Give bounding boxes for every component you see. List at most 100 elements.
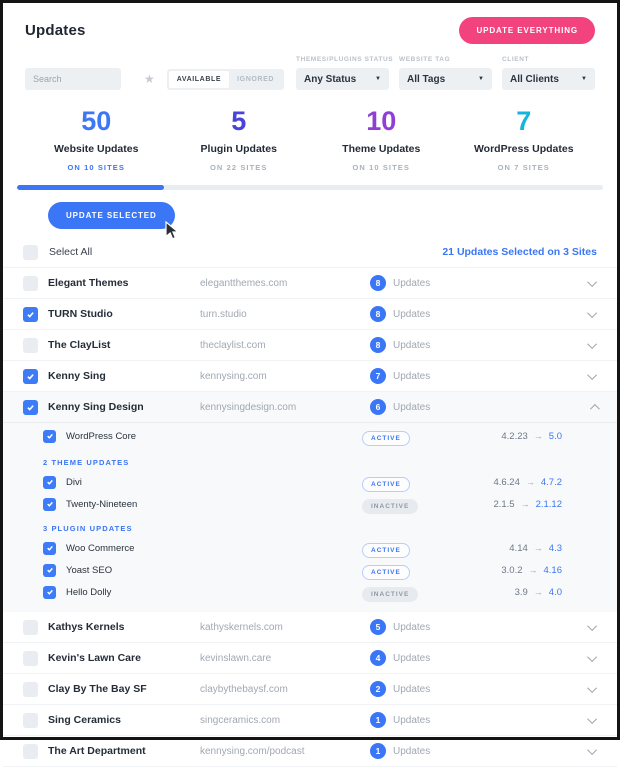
- update-item-checkbox[interactable]: [43, 585, 56, 599]
- site-row[interactable]: Kenny Sing kennysing.com 7 Updates: [3, 361, 617, 392]
- search-input[interactable]: [25, 68, 121, 90]
- updates-page: Updates UPDATE EVERYTHING ★ AVAILABLE IG…: [3, 3, 617, 767]
- stat-card: 10 Theme Updates ON 10 SITES: [310, 108, 453, 173]
- site-checkbox[interactable]: [23, 368, 38, 384]
- site-row[interactable]: Elegant Themes elegantthemes.com 8 Updat…: [3, 268, 617, 299]
- updates-word: Updates: [393, 652, 431, 664]
- version-old: 4.14: [509, 542, 528, 554]
- site-row[interactable]: Kathys Kernels kathyskernels.com 5 Updat…: [3, 612, 617, 643]
- site-checkbox[interactable]: [23, 650, 38, 666]
- site-domain: singceramics.com: [200, 714, 281, 726]
- update-item-name: WordPress Core: [66, 430, 137, 442]
- version-new[interactable]: 4.0: [549, 587, 562, 598]
- updates-group: 1 Updates: [370, 712, 430, 728]
- update-item-row[interactable]: Woo Commerce ACTIVE 4.14 → 4.3: [3, 537, 617, 559]
- site-name: Sing Ceramics: [48, 714, 121, 726]
- updates-count-badge: 6: [370, 399, 386, 415]
- site-row[interactable]: The ClayList theclaylist.com 8 Updates: [3, 330, 617, 361]
- update-item-status: ACTIVE: [362, 539, 454, 558]
- update-item-checkbox[interactable]: [43, 475, 56, 489]
- site-row[interactable]: Kevin's Lawn Care kevinslawn.care 4 Upda…: [3, 643, 617, 674]
- version-old: 4.2.23: [501, 430, 528, 442]
- site-checkbox[interactable]: [23, 681, 38, 697]
- update-item-checkbox[interactable]: [43, 541, 56, 555]
- updates-word: Updates: [393, 401, 431, 413]
- site-name: Kenny Sing Design: [48, 401, 144, 413]
- update-selected-wrap: UPDATE SELECTED: [48, 202, 179, 240]
- update-item-versions: 2.1.5 → 2.1.12: [454, 499, 562, 510]
- chevron-down-icon[interactable]: [587, 713, 598, 724]
- site-checkbox[interactable]: [23, 306, 38, 322]
- site-name: Kenny Sing: [48, 370, 106, 382]
- site-checkbox[interactable]: [23, 275, 38, 291]
- client-filter-select[interactable]: All Clients ▼: [502, 68, 595, 90]
- site-checkbox[interactable]: [23, 619, 38, 635]
- chevron-down-icon[interactable]: [587, 307, 598, 318]
- chevron-down-icon[interactable]: [587, 620, 598, 631]
- updates-word: Updates: [393, 745, 431, 757]
- status-filter: THEMES/PLUGINS STATUS Any Status ▼: [296, 56, 394, 90]
- updates-word: Updates: [393, 683, 431, 695]
- star-icon[interactable]: ★: [144, 72, 155, 86]
- update-item-row[interactable]: WordPress Core ACTIVE 4.2.23 → 5.0: [3, 423, 617, 449]
- updates-group: 7 Updates: [370, 368, 430, 384]
- update-item-row[interactable]: Divi ACTIVE 4.6.24 → 4.7.2: [3, 471, 617, 493]
- update-item-row[interactable]: Hello Dolly INACTIVE 3.9 → 4.0: [3, 581, 617, 603]
- site-list: Elegant Themes elegantthemes.com 8 Updat…: [3, 267, 617, 767]
- update-selected-button[interactable]: UPDATE SELECTED: [48, 202, 175, 229]
- version-new[interactable]: 4.7.2: [541, 477, 562, 488]
- site-row[interactable]: The Art Department kennysing.com/podcast…: [3, 736, 617, 767]
- version-new[interactable]: 5.0: [549, 431, 562, 442]
- chevron-down-icon[interactable]: [587, 682, 598, 693]
- select-all-label: Select All: [49, 246, 93, 258]
- chevron-up-icon[interactable]: [589, 403, 600, 414]
- status-pill: ACTIVE: [362, 430, 410, 446]
- site-row[interactable]: TURN Studio turn.studio 8 Updates: [3, 299, 617, 330]
- site-checkbox[interactable]: [23, 743, 38, 759]
- mouse-cursor-icon: [165, 221, 179, 240]
- stat-sublabel: ON 7 SITES: [497, 163, 550, 172]
- chevron-down-icon[interactable]: [587, 744, 598, 755]
- update-item-row[interactable]: Twenty-Nineteen INACTIVE 2.1.5 → 2.1.12: [3, 493, 617, 515]
- updates-group: 8 Updates: [370, 337, 430, 353]
- stat-label: Plugin Updates: [200, 143, 277, 155]
- site-name: The ClayList: [48, 339, 111, 351]
- updates-group: 8 Updates: [370, 275, 430, 291]
- site-checkbox[interactable]: [23, 399, 38, 415]
- site-row[interactable]: Clay By The Bay SF claybythebaysf.com 2 …: [3, 674, 617, 705]
- chevron-down-icon[interactable]: [587, 276, 598, 287]
- site-row[interactable]: Sing Ceramics singceramics.com 1 Updates: [3, 705, 617, 736]
- site-checkbox[interactable]: [23, 712, 38, 728]
- tag-filter-select[interactable]: All Tags ▼: [399, 68, 492, 90]
- chevron-down-icon[interactable]: [587, 338, 598, 349]
- update-item-checkbox[interactable]: [43, 429, 56, 443]
- status-filter-label: THEMES/PLUGINS STATUS: [296, 56, 394, 63]
- chevron-down-icon[interactable]: [587, 651, 598, 662]
- tag-filter-label: WEBSITE TAG: [399, 56, 451, 63]
- updates-group: 2 Updates: [370, 681, 430, 697]
- updates-count-badge: 5: [370, 619, 386, 635]
- update-item-name: Twenty-Nineteen: [66, 498, 138, 510]
- update-item-checkbox[interactable]: [43, 497, 56, 511]
- tag-filter: WEBSITE TAG All Tags ▼: [399, 56, 492, 90]
- version-new[interactable]: 2.1.12: [536, 499, 562, 510]
- select-all-row: Select All 21 Updates Selected on 3 Site…: [3, 237, 617, 267]
- filter-bar: ★ AVAILABLE IGNORED THEMES/PLUGINS STATU…: [3, 56, 617, 90]
- selection-summary-link[interactable]: 21 Updates Selected on 3 Sites: [442, 246, 597, 258]
- site-row[interactable]: Kenny Sing Design kennysingdesign.com 6 …: [3, 392, 617, 423]
- update-item-row[interactable]: Yoast SEO ACTIVE 3.0.2 → 4.16: [3, 559, 617, 581]
- toggle-ignored[interactable]: IGNORED: [229, 71, 282, 88]
- update-item-checkbox[interactable]: [43, 563, 56, 577]
- chevron-down-icon[interactable]: [587, 369, 598, 380]
- update-item-name: Woo Commerce: [66, 542, 135, 554]
- toggle-available[interactable]: AVAILABLE: [168, 71, 230, 88]
- version-new[interactable]: 4.16: [544, 565, 563, 576]
- site-domain: kevinslawn.care: [200, 652, 272, 664]
- status-filter-select[interactable]: Any Status ▼: [296, 68, 389, 90]
- update-everything-button[interactable]: UPDATE EVERYTHING: [459, 17, 595, 44]
- stats-row: 50 Website Updates ON 10 SITES 5 Plugin …: [3, 108, 617, 173]
- site-checkbox[interactable]: [23, 337, 38, 353]
- select-all-checkbox[interactable]: [23, 244, 38, 260]
- version-old: 2.1.5: [493, 498, 515, 510]
- version-new[interactable]: 4.3: [549, 543, 562, 554]
